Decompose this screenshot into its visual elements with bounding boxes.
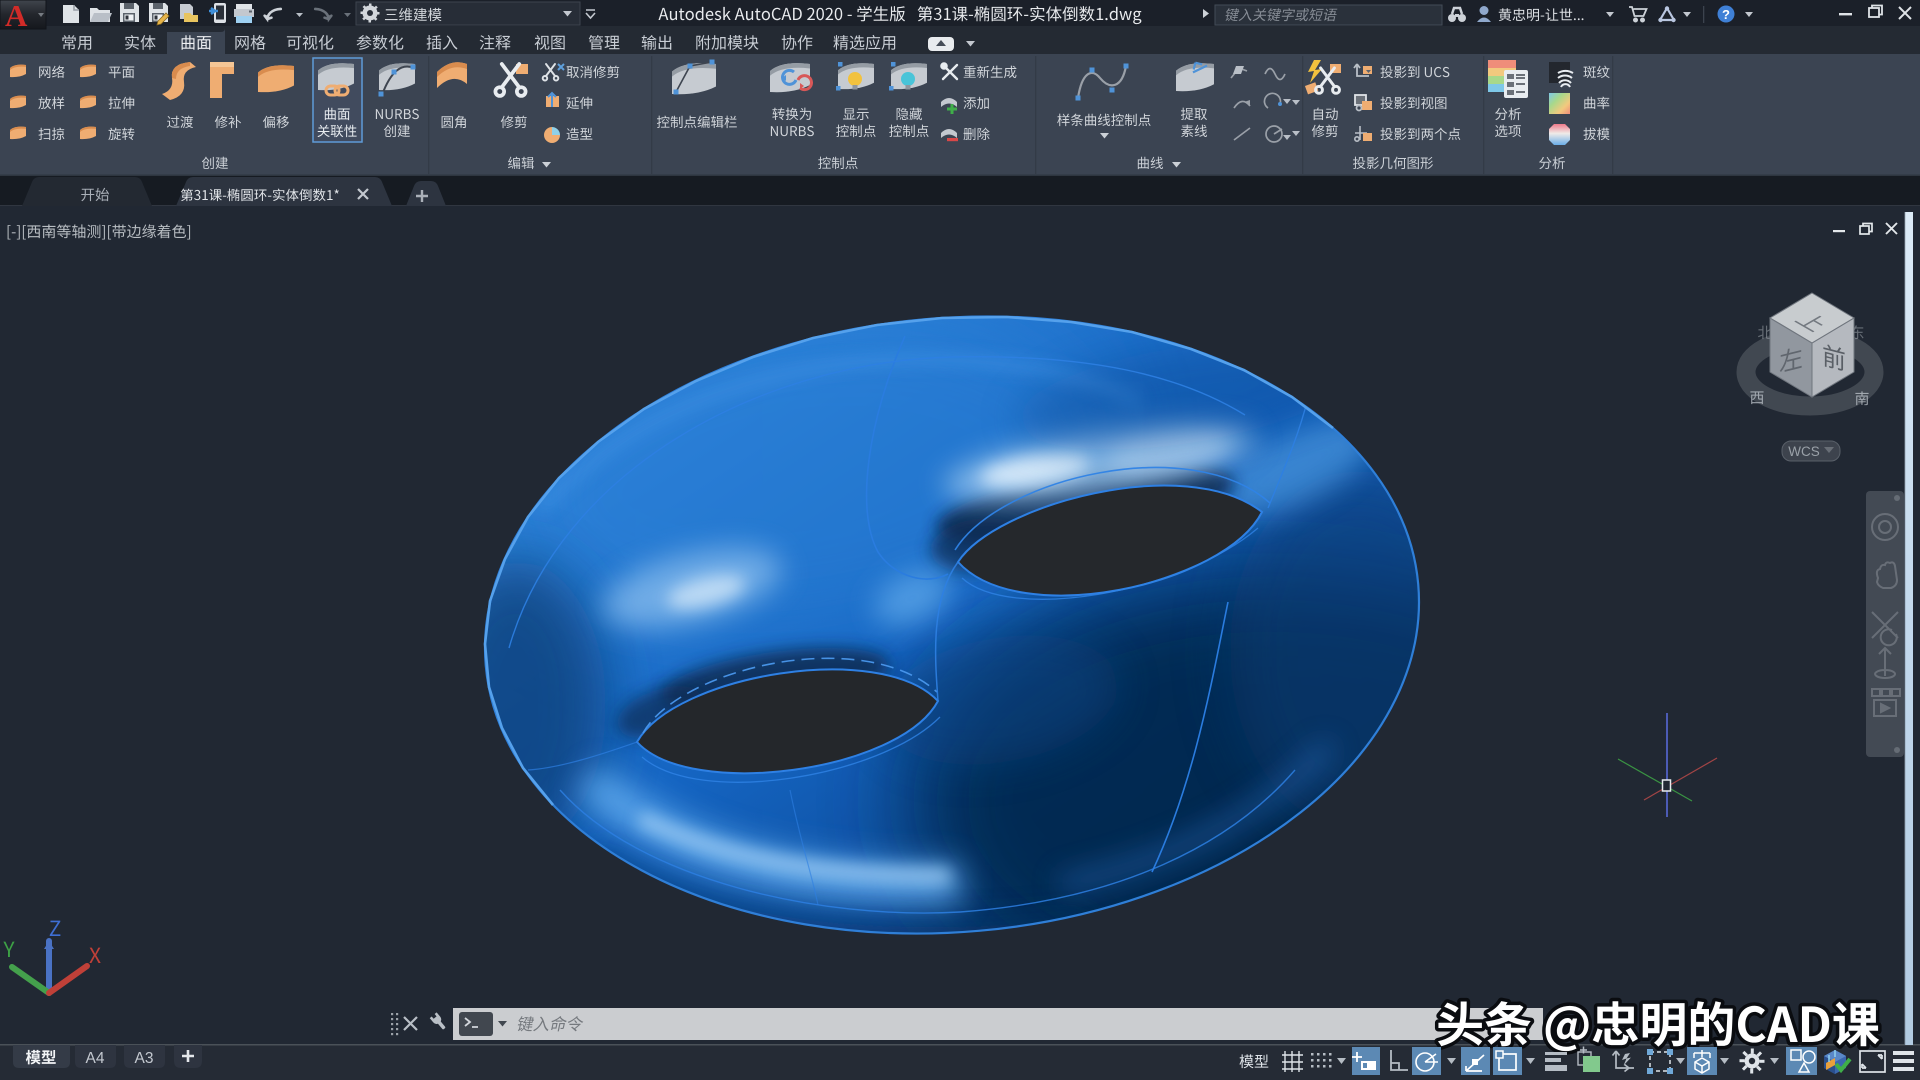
svg-text:A3: A3 [135, 1050, 154, 1067]
svg-text:WCS: WCS [1788, 444, 1820, 459]
svg-text:A4: A4 [86, 1050, 105, 1067]
svg-text:A: A [5, 0, 28, 33]
svg-text:?: ? [1722, 7, 1730, 22]
